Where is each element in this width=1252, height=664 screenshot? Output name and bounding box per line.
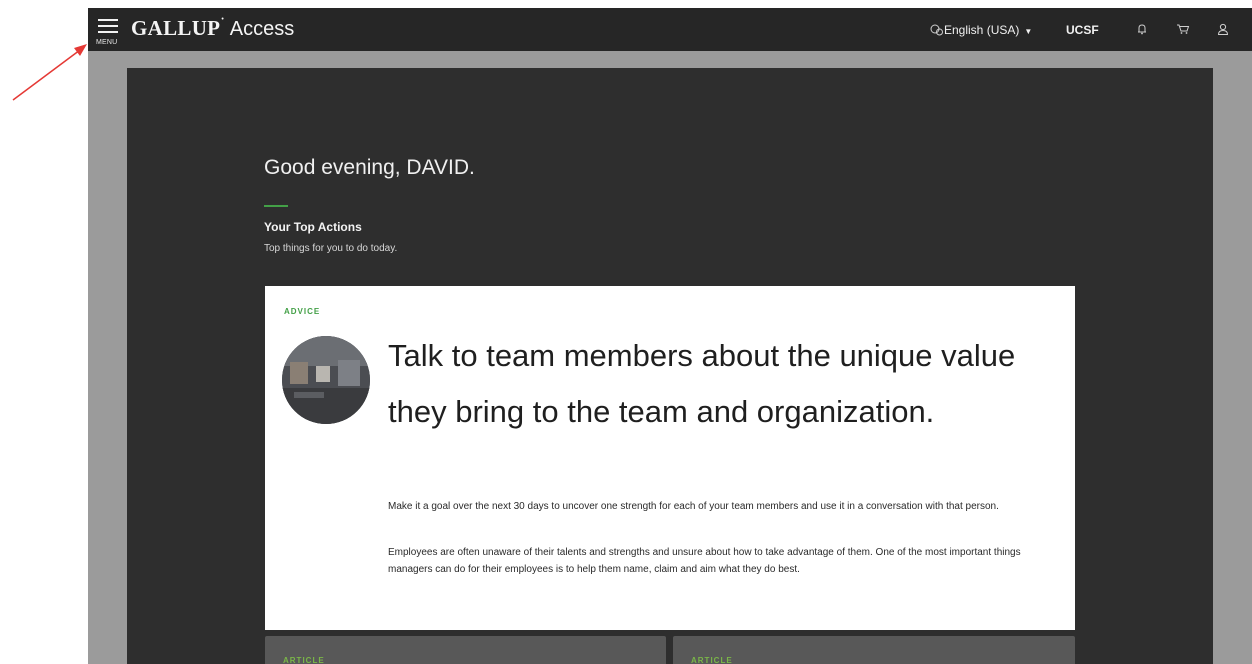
brand-product: Access	[229, 18, 295, 40]
user-icon[interactable]	[1216, 22, 1230, 36]
accent-divider	[264, 205, 288, 207]
advice-paragraph: Make it a goal over the next 30 days to …	[388, 501, 999, 512]
brand-name: GALLUP	[131, 16, 221, 40]
globe-icon	[930, 24, 943, 36]
card-tag: ARTICLE	[691, 656, 733, 664]
gallup-access-logo[interactable]: GALLUP• Access	[131, 16, 294, 41]
language-selector[interactable]: English (USA) ▼	[930, 23, 1032, 37]
advice-title: Talk to team members about the unique va…	[388, 338, 1016, 429]
chevron-down-icon: ▼	[1024, 27, 1033, 36]
article-card[interactable]: ARTICLE	[265, 636, 666, 664]
top-navigation-bar: MENU GALLUP• Access English (USA) ▼ UCSF	[88, 8, 1252, 51]
section-title: Your Top Actions	[264, 220, 362, 234]
advice-paragraph: Employees are often unaware of their tal…	[388, 547, 1021, 575]
menu-button[interactable]: MENU	[96, 15, 122, 49]
organization-label[interactable]: UCSF	[1066, 23, 1099, 37]
menu-label: MENU	[96, 39, 118, 46]
language-label: English (USA)	[944, 23, 1020, 37]
cart-icon[interactable]	[1176, 22, 1190, 36]
advice-image	[282, 336, 370, 424]
card-tag: ARTICLE	[283, 656, 325, 664]
advice-card[interactable]: ADVICE Talk to team members about the un…	[265, 286, 1075, 630]
card-tag: ADVICE	[284, 307, 321, 316]
section-subtitle: Top things for you to do today.	[264, 243, 398, 254]
greeting-heading: Good evening, DAVID.	[264, 156, 475, 180]
bell-icon[interactable]	[1135, 22, 1149, 36]
article-card[interactable]: ARTICLE	[673, 636, 1075, 664]
